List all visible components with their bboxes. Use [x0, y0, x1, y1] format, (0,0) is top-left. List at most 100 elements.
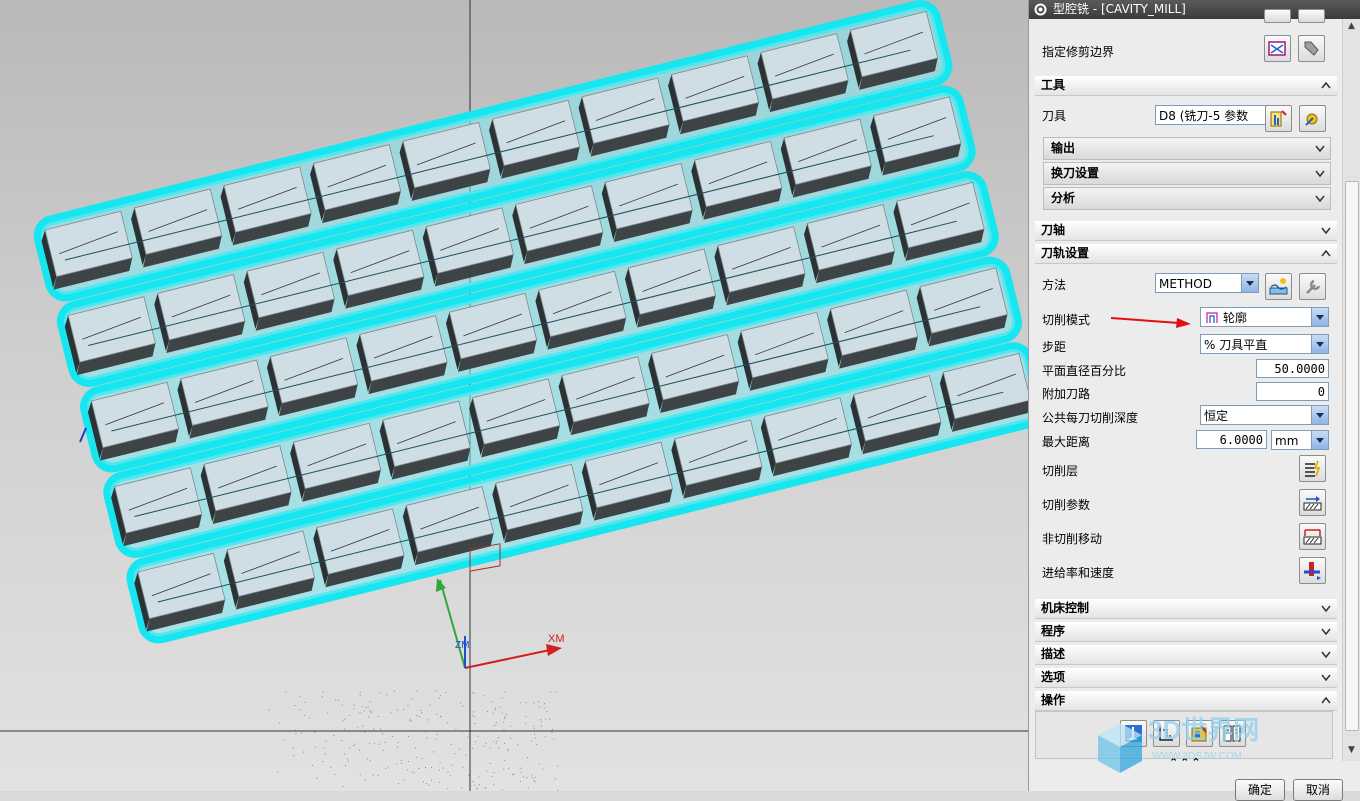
floor-dot: [426, 783, 427, 784]
dialog-title: 型腔铣 - [CAVITY_MILL]: [1053, 0, 1186, 19]
floor-dot: [513, 774, 514, 775]
ok-button[interactable]: 确定: [1235, 779, 1285, 801]
section-operation-header[interactable]: 操作: [1035, 691, 1337, 711]
generate-toolpath-button[interactable]: [1120, 720, 1147, 747]
floor-dot: [300, 696, 301, 697]
cancel-button[interactable]: 取消: [1293, 779, 1343, 801]
floor-dot: [505, 717, 506, 718]
verify-icon: [1190, 724, 1209, 743]
cut-pattern-value: 轮廓: [1223, 308, 1247, 327]
subsection-output[interactable]: 输出: [1043, 137, 1331, 160]
scroll-up-arrow-icon[interactable]: ▲: [1346, 21, 1357, 32]
depth-per-cut-select[interactable]: 恒定: [1200, 405, 1329, 425]
edit-method-button[interactable]: [1299, 273, 1326, 300]
floor-dot: [383, 750, 384, 751]
dialog-scrollbar[interactable]: ▲ ▼: [1342, 19, 1360, 761]
floor-dot: [490, 763, 491, 764]
max-distance-unit-select[interactable]: mm: [1271, 430, 1329, 450]
subsection-tool-change[interactable]: 换刀设置: [1043, 162, 1331, 185]
floor-dot: [485, 731, 486, 732]
generate-icon: [1124, 724, 1143, 743]
floor-dot: [450, 775, 451, 776]
floor-dot: [391, 712, 392, 713]
scrollbar-thumb[interactable]: [1345, 181, 1359, 731]
cut-pattern-select[interactable]: 轮廓: [1200, 307, 1329, 327]
floor-dot: [456, 728, 457, 729]
floor-dot: [420, 710, 421, 711]
section-program-header[interactable]: 程序: [1035, 622, 1337, 642]
create-tool-button[interactable]: [1265, 105, 1292, 132]
section-description-header[interactable]: 描述: [1035, 645, 1337, 665]
cut-pattern-label: 切削模式: [1042, 311, 1090, 328]
floor-dot: [468, 775, 469, 776]
scroll-down-arrow-icon[interactable]: ▼: [1346, 745, 1357, 756]
floor-dot: [378, 775, 379, 776]
floor-dot: [475, 741, 476, 742]
section-machine-control-header[interactable]: 机床控制: [1035, 599, 1337, 619]
edit-tool-button[interactable]: [1299, 105, 1326, 132]
floor-dot: [437, 734, 438, 735]
floor-dot: [517, 744, 518, 745]
section-tool-axis-title: 刀轴: [1041, 221, 1065, 240]
floor-dot: [462, 788, 463, 789]
floor-dot: [440, 716, 441, 717]
section-options-header[interactable]: 选项: [1035, 668, 1337, 688]
floor-dot: [408, 761, 409, 762]
floor-dot: [552, 729, 553, 730]
floor-dot: [401, 760, 402, 761]
floor-dot: [534, 734, 535, 735]
floor-dot: [487, 771, 488, 772]
floor-dot: [536, 744, 537, 745]
section-tool-axis-header[interactable]: 刀轴: [1035, 221, 1337, 241]
floor-dot: [303, 752, 304, 753]
part-model-view[interactable]: XM ZM: [0, 0, 1028, 791]
floor-dot: [545, 736, 546, 737]
specify-check-boundary-button[interactable]: [1264, 9, 1291, 23]
cut-params-button[interactable]: [1299, 489, 1326, 516]
floor-dot: [295, 733, 296, 734]
gear-icon[interactable]: [1033, 2, 1048, 17]
display-check-boundary-button[interactable]: [1298, 9, 1325, 23]
floor-dot: [525, 702, 526, 703]
floor-dot: [373, 775, 374, 776]
list-toolpath-button[interactable]: [1219, 720, 1246, 747]
create-method-button[interactable]: [1265, 273, 1292, 300]
floor-dot: [334, 735, 335, 736]
floor-dot: [532, 774, 533, 775]
trim-boundary-icon: [1268, 39, 1287, 58]
floor-dot: [454, 753, 455, 754]
non-cutting-label: 非切削移动: [1042, 530, 1102, 547]
expand-more-toggle[interactable]: ⌃⌃⌃: [1169, 756, 1203, 769]
floor-dot: [555, 692, 556, 693]
cut-levels-button[interactable]: [1299, 455, 1326, 482]
feeds-speeds-button[interactable]: [1299, 557, 1326, 584]
replay-toolpath-button[interactable]: [1153, 720, 1180, 747]
additional-passes-label: 附加刀路: [1042, 385, 1090, 402]
chevron-down-icon: [1313, 164, 1327, 183]
floor-dot: [542, 769, 543, 770]
floor-dot: [371, 712, 372, 713]
additional-passes-input[interactable]: 0: [1256, 382, 1329, 401]
specify-trim-boundary-button[interactable]: [1264, 35, 1291, 62]
chevron-down-icon: [1311, 431, 1328, 449]
verify-toolpath-button[interactable]: [1186, 720, 1213, 747]
section-path-settings-header[interactable]: 刀轨设置: [1035, 244, 1337, 264]
subsection-analysis[interactable]: 分析: [1043, 187, 1331, 210]
flat-diameter-input[interactable]: 50.0000: [1256, 359, 1329, 378]
stepover-select[interactable]: % 刀具平直: [1200, 334, 1329, 354]
floor-dot: [354, 705, 355, 706]
max-distance-input[interactable]: 6.0000: [1196, 430, 1267, 449]
section-options-title: 选项: [1041, 668, 1065, 687]
floor-dot: [386, 694, 387, 695]
floor-dot: [425, 767, 426, 768]
floor-dot: [502, 697, 503, 698]
floor-dot: [534, 728, 535, 729]
method-select[interactable]: METHOD: [1155, 273, 1259, 293]
section-tool-header[interactable]: 工具: [1035, 76, 1337, 96]
replay-icon: [1157, 724, 1176, 743]
display-trim-boundary-button[interactable]: [1298, 35, 1325, 62]
floor-dot: [474, 723, 475, 724]
graphics-viewport[interactable]: XM ZM: [0, 0, 1028, 791]
floor-dot: [380, 728, 381, 729]
non-cutting-moves-button[interactable]: [1299, 523, 1326, 550]
